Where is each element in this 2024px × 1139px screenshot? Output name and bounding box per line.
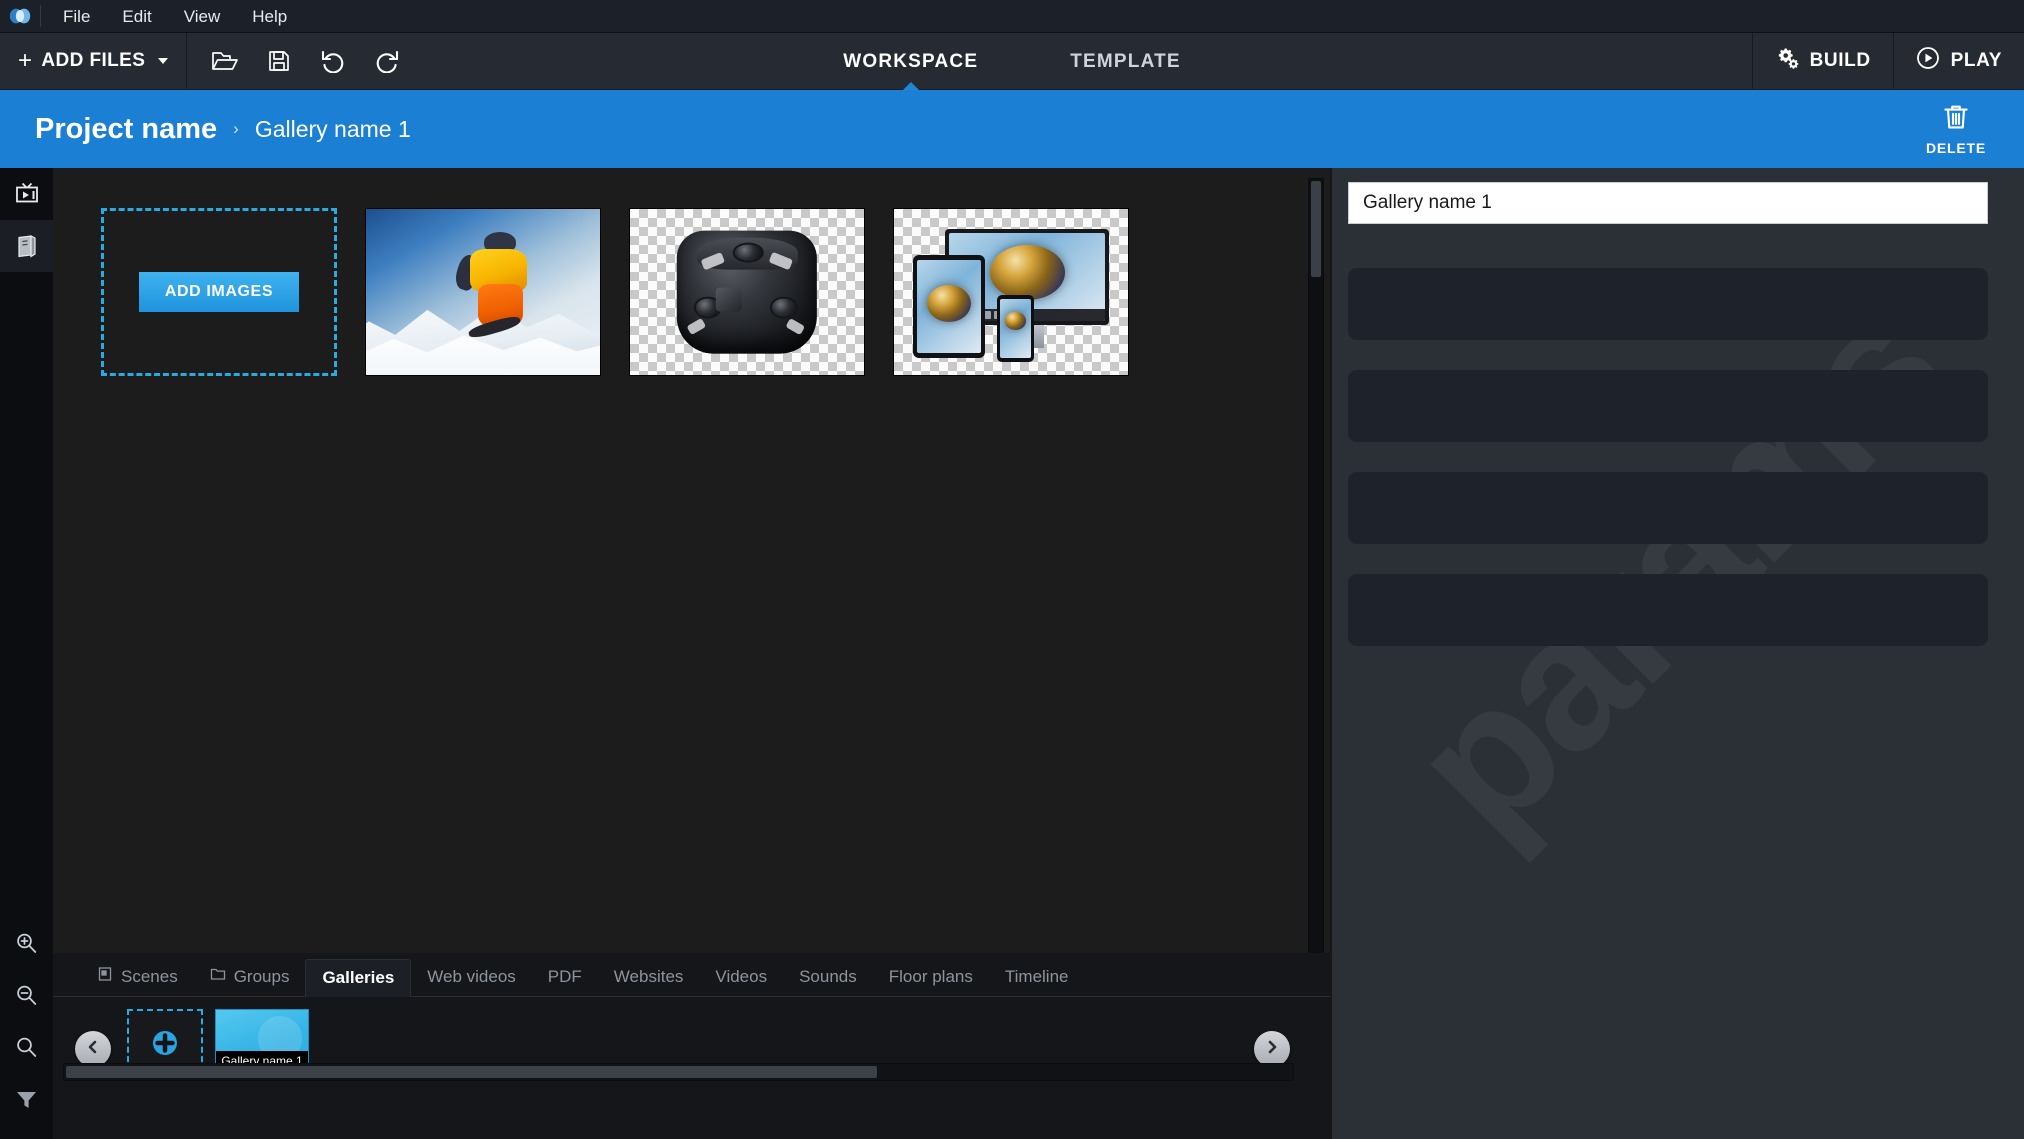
device-phone	[996, 295, 1035, 362]
scrollbar-thumb[interactable]	[1311, 181, 1321, 277]
camera-panel	[716, 287, 742, 312]
thumbnail-snowboarder[interactable]	[365, 208, 601, 376]
scrollbar-thumb[interactable]	[66, 1066, 878, 1078]
chevron-right-icon	[1264, 1039, 1280, 1060]
build-button[interactable]: BUILD	[1751, 32, 1893, 90]
camera-lens-right	[769, 296, 798, 319]
menu-bar: File Edit View Help	[0, 0, 2024, 33]
build-label: BUILD	[1809, 50, 1871, 71]
folder-icon	[210, 958, 226, 996]
camera-lens-top	[732, 242, 764, 263]
tab-web-videos[interactable]: Web videos	[411, 958, 532, 996]
params-watermark: params	[1371, 262, 1983, 874]
tab-scenes[interactable]: Scenes	[81, 958, 194, 996]
play-circle-icon	[1916, 46, 1940, 76]
open-project-icon[interactable]	[205, 41, 245, 81]
tab-timeline[interactable]: Timeline	[989, 958, 1085, 996]
panel-divider	[1330, 168, 1332, 1139]
gallery-filmstrip: Gallery name 1	[53, 997, 1330, 1097]
left-tool-rail	[0, 168, 53, 1139]
param-slot-4[interactable]	[1348, 574, 1988, 646]
tablet-screen	[916, 260, 982, 354]
tab-floor-plans[interactable]: Floor plans	[873, 958, 989, 996]
filmstrip-horizontal-scrollbar[interactable]	[63, 1063, 1294, 1081]
menu-item-help[interactable]: Help	[236, 0, 303, 33]
trash-icon	[1941, 102, 1971, 137]
param-slot-1[interactable]	[1348, 268, 1988, 340]
tab-groups-label: Groups	[233, 967, 290, 986]
tab-scenes-label: Scenes	[121, 967, 178, 986]
gears-icon	[1775, 47, 1799, 75]
filter-funnel-icon[interactable]	[0, 1073, 53, 1125]
content-type-tabs: Scenes Groups Galleries Web videos PDF W…	[53, 953, 1330, 997]
application-window: File Edit View Help + ADD FILES WORKSPAC…	[0, 0, 2024, 1139]
device-tablet	[912, 255, 986, 359]
phone-screen	[999, 299, 1032, 358]
scenes-icon	[97, 958, 113, 996]
breadcrumb: Project name › Gallery name 1 DELETE	[0, 90, 2024, 168]
filmstrip-next-button[interactable]	[1254, 1031, 1290, 1067]
tab-sounds[interactable]: Sounds	[783, 958, 873, 996]
breadcrumb-project[interactable]: Project name	[35, 113, 217, 146]
breadcrumb-current[interactable]: Gallery name 1	[255, 116, 411, 143]
thumbnail-devices[interactable]	[893, 208, 1129, 376]
snowboarder-figure	[452, 232, 534, 341]
thumbnail-360-camera[interactable]	[629, 208, 865, 376]
delete-button[interactable]: DELETE	[1916, 98, 1996, 160]
add-images-dropzone[interactable]: ADD IMAGES	[101, 208, 337, 376]
tab-videos[interactable]: Videos	[699, 958, 783, 996]
zoom-in-icon[interactable]	[0, 917, 53, 969]
main-toolbar: + ADD FILES WORKSPACE TEMPLATE BUILD PLA…	[0, 32, 2024, 90]
tab-pdf[interactable]: PDF	[532, 958, 598, 996]
chevron-left-icon	[85, 1039, 101, 1060]
tab-websites[interactable]: Websites	[598, 958, 700, 996]
plus-circle-icon	[150, 1028, 180, 1063]
app-logo-icon	[0, 0, 40, 33]
tab-workspace[interactable]: WORKSPACE	[837, 33, 984, 90]
tab-template[interactable]: TEMPLATE	[1064, 33, 1187, 90]
params-panel: params	[1330, 168, 2024, 1139]
save-project-icon[interactable]	[259, 41, 299, 81]
sphere-image	[927, 284, 971, 322]
bottom-panel: Scenes Groups Galleries Web videos PDF W…	[53, 953, 1330, 1139]
camera-rig-body	[676, 230, 818, 354]
add-images-button[interactable]: ADD IMAGES	[138, 272, 300, 312]
add-files-label: ADD FILES	[41, 50, 146, 71]
camera-port-4	[784, 317, 805, 335]
media-tv-icon[interactable]	[0, 168, 53, 220]
menu-divider	[40, 5, 41, 27]
undo-icon[interactable]	[313, 41, 353, 81]
toolbar-right-actions: BUILD PLAY	[1751, 32, 2024, 90]
book-library-icon[interactable]	[0, 220, 53, 272]
redo-icon[interactable]	[367, 41, 407, 81]
delete-label: DELETE	[1925, 140, 1986, 156]
zoom-fit-icon[interactable]	[0, 1021, 53, 1073]
breadcrumb-separator-icon: ›	[233, 119, 239, 138]
zoom-out-icon[interactable]	[0, 969, 53, 1021]
camera-port-3	[686, 317, 707, 335]
param-slot-3[interactable]	[1348, 472, 1988, 544]
plus-icon: +	[18, 47, 33, 74]
tab-galleries[interactable]: Galleries	[305, 959, 412, 997]
menu-item-file[interactable]: File	[47, 0, 106, 33]
tab-groups[interactable]: Groups	[194, 958, 306, 996]
filmstrip-prev-button[interactable]	[75, 1031, 111, 1067]
sphere-image	[989, 245, 1065, 300]
add-files-button[interactable]: + ADD FILES	[0, 32, 188, 90]
sphere-image	[1004, 312, 1027, 330]
gallery-thumbnail-row: ADD IMAGES	[101, 208, 1129, 376]
toolbar-icon-group	[187, 41, 407, 81]
param-slot-2[interactable]	[1348, 370, 1988, 442]
gallery-name-input[interactable]	[1348, 182, 1988, 224]
play-button[interactable]: PLAY	[1892, 32, 2024, 90]
chevron-down-icon	[158, 58, 169, 64]
menu-item-edit[interactable]: Edit	[106, 0, 167, 33]
play-label: PLAY	[1950, 50, 2002, 71]
rail-zoom-group	[0, 917, 53, 1139]
menu-item-view[interactable]: View	[168, 0, 237, 33]
